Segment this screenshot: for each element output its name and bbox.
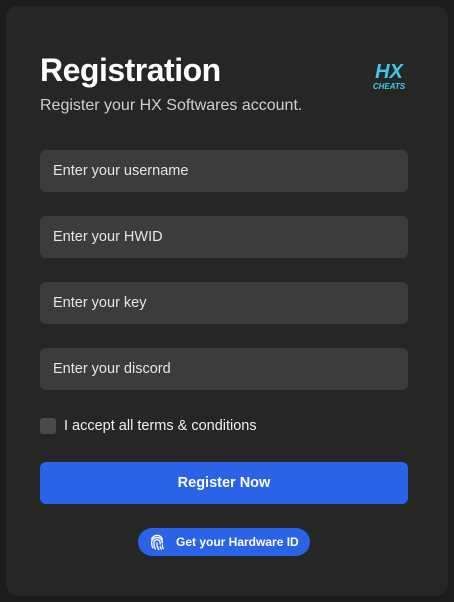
key-input[interactable] [40,282,408,324]
fingerprint-icon [146,531,168,553]
terms-checkbox[interactable] [40,418,56,434]
register-button[interactable]: Register Now [40,462,408,504]
page-subtitle: Register your HX Softwares account. [40,97,303,114]
username-input[interactable] [40,150,408,192]
terms-label: I accept all terms & conditions [64,418,257,434]
get-hardware-id-button[interactable]: Get your Hardware ID [138,528,310,556]
hx-cheats-logo: HX CHEATS [368,59,410,93]
terms-row: I accept all terms & conditions [40,416,257,436]
svg-text:CHEATS: CHEATS [373,82,406,91]
discord-input[interactable] [40,348,408,390]
page-title: Registration [40,52,221,88]
hwid-input[interactable] [40,216,408,258]
svg-text:HX: HX [375,61,404,83]
registration-card: Registration Register your HX Softwares … [6,6,448,596]
get-hardware-id-label: Get your Hardware ID [176,535,299,549]
